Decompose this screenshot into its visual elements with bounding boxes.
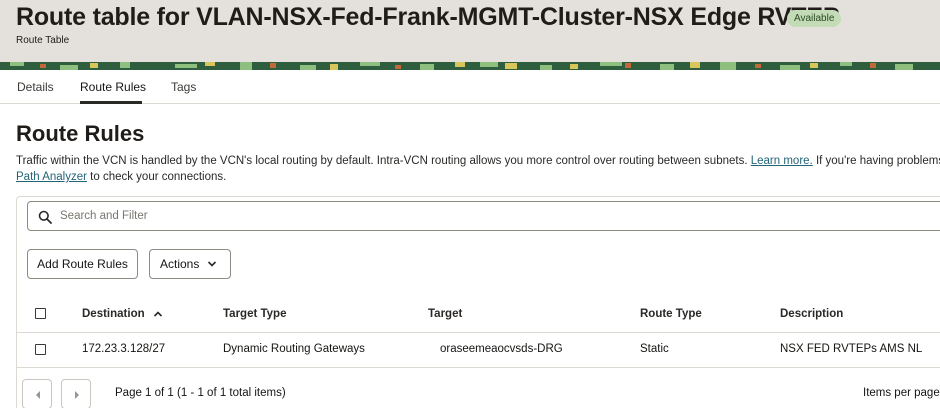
tab-tags[interactable]: Tags: [171, 80, 196, 94]
select-all-checkbox[interactable]: [35, 308, 46, 319]
learn-more-link[interactable]: Learn more.: [751, 155, 813, 167]
description-text-3: to check your connections.: [86, 171, 227, 183]
next-page-button[interactable]: [61, 379, 91, 408]
description-text-2: If you're having problems,: [812, 155, 940, 167]
section-description: Traffic within the VCN is handled by the…: [16, 153, 940, 185]
chevron-left-icon: [36, 391, 40, 399]
page-subtitle: Route Table: [16, 35, 70, 46]
column-header-description: Description: [780, 308, 844, 320]
cell-route-type: Static: [640, 343, 669, 355]
search-icon: [38, 210, 52, 224]
search-filter-box[interactable]: [27, 201, 940, 231]
cell-description: NSX FED RVTEPs AMS NL: [780, 343, 923, 355]
description-text: Traffic within the VCN is handled by the…: [16, 155, 751, 167]
tab-route-rules[interactable]: Route Rules: [80, 80, 146, 94]
section-title: Route Rules: [16, 121, 145, 146]
chevron-right-icon: [75, 391, 79, 399]
actions-label: Actions: [160, 257, 200, 271]
tab-bar: Details Route Rules Tags: [0, 70, 940, 104]
column-header-destination[interactable]: Destination: [82, 308, 145, 320]
cell-target-type: Dynamic Routing Gateways: [223, 343, 365, 355]
status-badge: Available: [787, 10, 842, 27]
actions-button[interactable]: Actions: [149, 249, 231, 279]
column-header-route-type: Route Type: [640, 308, 702, 320]
column-header-target-type: Target Type: [223, 308, 287, 320]
add-route-rules-button[interactable]: Add Route Rules: [27, 249, 138, 279]
row-divider: [17, 367, 940, 368]
row-select-checkbox[interactable]: [35, 344, 46, 355]
cell-target: oraseemeaocvsds-DRG: [440, 343, 563, 355]
pagination-status: Page 1 of 1 (1 - 1 of 1 total items): [115, 387, 286, 399]
tab-details[interactable]: Details: [17, 80, 54, 94]
header-divider: [17, 332, 940, 333]
active-tab-indicator: [80, 101, 142, 104]
search-input[interactable]: [60, 207, 760, 225]
previous-page-button[interactable]: [22, 379, 52, 408]
page-header: Route table for VLAN-NSX-Fed-Frank-MGMT-…: [0, 0, 940, 70]
column-header-target: Target: [428, 308, 463, 320]
add-route-rules-label: Add Route Rules: [37, 257, 128, 271]
header-decorative-pattern: [0, 62, 940, 70]
sort-ascending-icon[interactable]: [153, 309, 163, 319]
cell-destination: 172.23.3.128/27: [82, 343, 166, 355]
chevron-down-icon: [208, 261, 217, 267]
items-per-page-label: Items per page: [863, 387, 940, 399]
page-title: Route table for VLAN-NSX-Fed-Frank-MGMT-…: [16, 3, 840, 31]
path-analyzer-link[interactable]: Path Analyzer: [16, 171, 87, 183]
